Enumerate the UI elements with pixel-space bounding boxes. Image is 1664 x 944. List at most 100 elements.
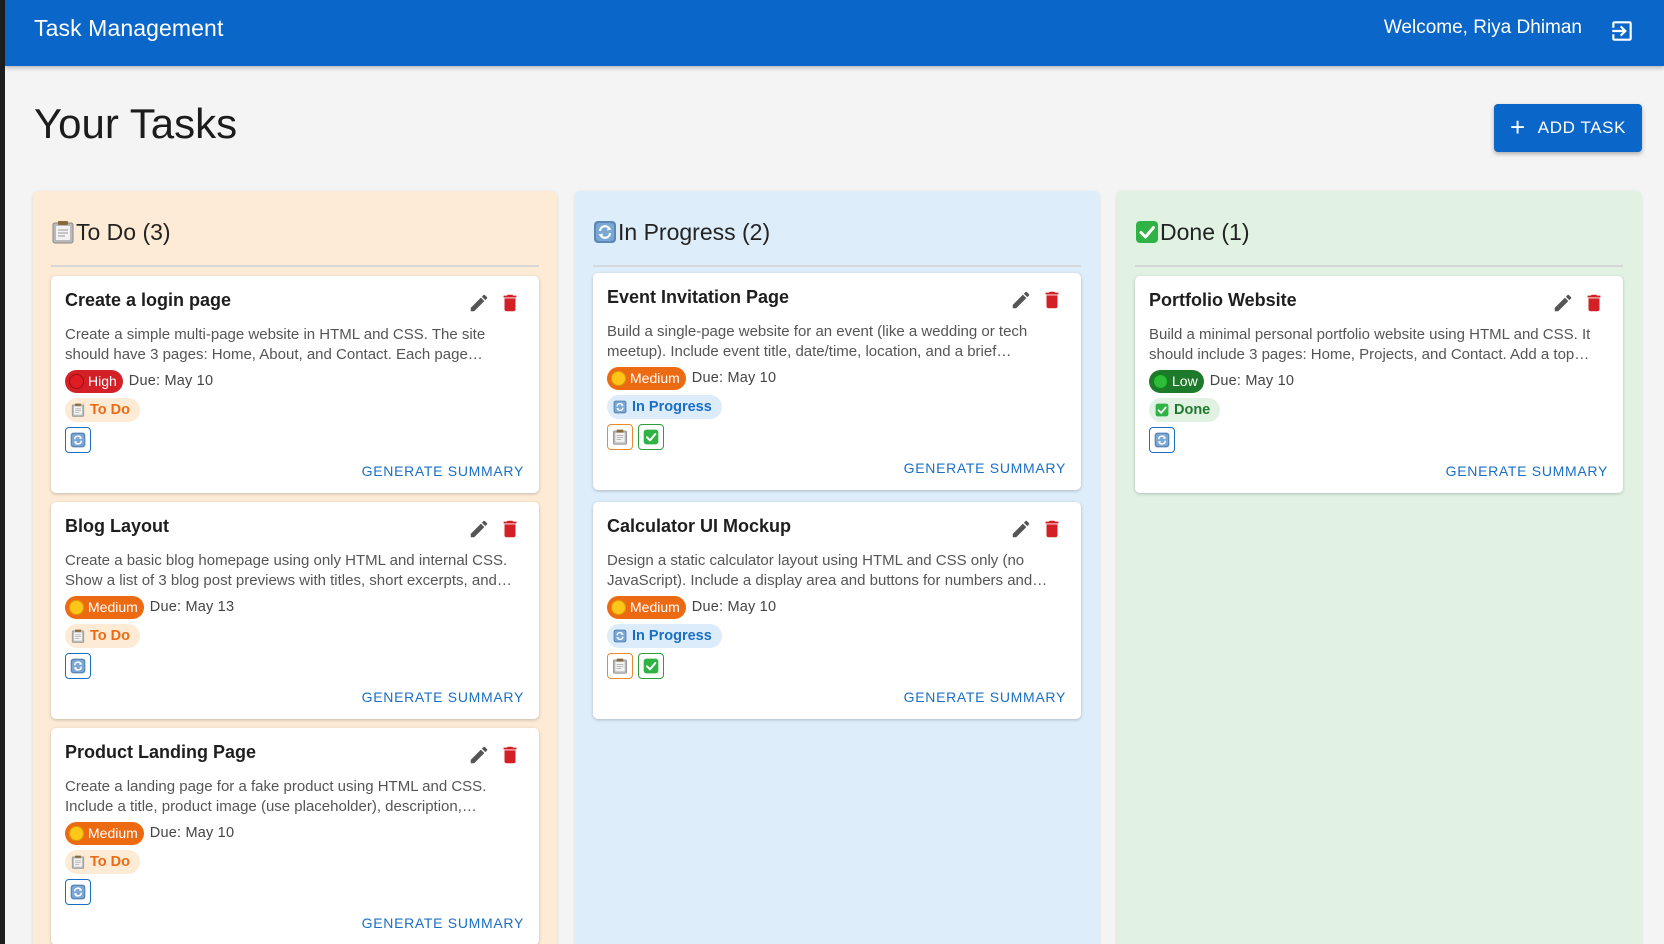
task-description: Build a minimal personal portfolio websi… bbox=[1149, 325, 1609, 365]
column-header: In Progress (2) bbox=[593, 191, 1081, 265]
task-card: Blog Layout Create a basic blog homepage… bbox=[51, 502, 539, 719]
column-title: To Do (3) bbox=[76, 218, 171, 245]
refresh-icon bbox=[70, 658, 86, 674]
task-card: Product Landing Page Create a landing pa… bbox=[51, 728, 539, 944]
status-label: Done bbox=[1174, 402, 1211, 418]
clipboard-icon bbox=[71, 629, 85, 643]
move-to-done-button[interactable] bbox=[638, 424, 664, 450]
refresh-icon bbox=[593, 220, 617, 244]
description-line: Include a title, product image (use plac… bbox=[65, 798, 477, 815]
task-title: Portfolio Website bbox=[1149, 290, 1297, 310]
description-line: should have 3 pages: Home, About, and Co… bbox=[65, 346, 483, 363]
pencil-icon bbox=[468, 518, 490, 540]
due-date: Due: May 10 bbox=[691, 370, 777, 386]
refresh-icon bbox=[613, 629, 627, 643]
generate-summary-button[interactable]: GENERATE SUMMARY bbox=[904, 689, 1066, 705]
edit-button[interactable] bbox=[468, 292, 490, 314]
generate-summary-button[interactable]: GENERATE SUMMARY bbox=[362, 463, 524, 479]
description-line: Create a simple multi-page website in HT… bbox=[65, 326, 486, 343]
task-description: Design a static calculator layout using … bbox=[607, 551, 1067, 591]
task-card: Event Invitation Page Build a single-pag… bbox=[593, 273, 1081, 490]
trash-icon bbox=[499, 292, 521, 314]
task-description: Create a landing page for a fake product… bbox=[65, 777, 525, 817]
status-label: To Do bbox=[90, 628, 130, 644]
priority-badge: Medium bbox=[65, 595, 144, 619]
delete-button[interactable] bbox=[499, 518, 521, 540]
column-todo: To Do (3) Create a login page Create a s… bbox=[33, 191, 557, 944]
description-line: Show a list of 3 blog post previews with… bbox=[65, 572, 512, 589]
trash-icon bbox=[1583, 292, 1605, 314]
clipboard-icon bbox=[71, 855, 85, 869]
yellow-circle-icon bbox=[611, 370, 626, 386]
generate-summary-button[interactable]: GENERATE SUMMARY bbox=[362, 915, 524, 931]
pencil-icon bbox=[1010, 518, 1032, 540]
priority-badge: Medium bbox=[607, 366, 686, 390]
trash-icon bbox=[499, 518, 521, 540]
generate-summary-button[interactable]: GENERATE SUMMARY bbox=[1446, 463, 1608, 479]
column-title: In Progress (2) bbox=[618, 218, 771, 245]
due-date: Due: May 10 bbox=[691, 599, 777, 615]
pencil-icon bbox=[1552, 292, 1574, 314]
page-title: Your Tasks bbox=[34, 100, 238, 147]
move-to-in-progress-button[interactable] bbox=[65, 653, 91, 679]
status-chip: To Do bbox=[65, 398, 140, 422]
priority-badge: Medium bbox=[65, 821, 144, 845]
logout-icon bbox=[1612, 21, 1632, 41]
generate-summary-button[interactable]: GENERATE SUMMARY bbox=[904, 460, 1066, 476]
move-to-done-button[interactable] bbox=[638, 653, 664, 679]
pencil-icon bbox=[468, 744, 490, 766]
add-task-button[interactable]: + ADD TASK bbox=[1494, 104, 1642, 152]
delete-button[interactable] bbox=[499, 292, 521, 314]
task-title: Create a login page bbox=[65, 290, 232, 310]
divider bbox=[1135, 265, 1623, 267]
check-icon bbox=[643, 429, 659, 445]
app-bar: Task Management Welcome, Riya Dhiman bbox=[5, 0, 1664, 66]
task-description: Create a basic blog homepage using only … bbox=[65, 551, 525, 591]
delete-button[interactable] bbox=[1041, 289, 1063, 311]
due-date: Due: May 10 bbox=[1209, 373, 1295, 389]
delete-button[interactable] bbox=[1041, 518, 1063, 540]
column-header: To Do (3) bbox=[51, 191, 539, 265]
edit-button[interactable] bbox=[468, 518, 490, 540]
refresh-icon bbox=[70, 432, 86, 448]
task-title: Blog Layout bbox=[65, 516, 169, 536]
move-to-todo-button[interactable] bbox=[607, 653, 633, 679]
red-circle-icon bbox=[69, 373, 84, 389]
move-to-todo-button[interactable] bbox=[607, 424, 633, 450]
generate-summary-button[interactable]: GENERATE SUMMARY bbox=[362, 689, 524, 705]
move-to-in-progress-button[interactable] bbox=[65, 427, 91, 453]
edit-button[interactable] bbox=[1010, 289, 1032, 311]
task-card: Create a login page Create a simple mult… bbox=[51, 276, 539, 493]
pencil-icon bbox=[1010, 289, 1032, 311]
description-line: Build a minimal personal portfolio websi… bbox=[1149, 326, 1591, 343]
description-line: Build a single-page website for an event… bbox=[607, 323, 1028, 340]
description-line: JavaScript). Include a display area and … bbox=[607, 572, 1048, 589]
app-title: Task Management bbox=[34, 15, 224, 41]
task-title: Calculator UI Mockup bbox=[607, 516, 792, 536]
due-date: Due: May 13 bbox=[149, 599, 235, 615]
description-line: Create a basic blog homepage using only … bbox=[65, 552, 508, 569]
priority-badge: Low bbox=[1149, 369, 1204, 393]
check-icon bbox=[643, 658, 659, 674]
priority-badge: High bbox=[65, 369, 123, 393]
plus-icon: + bbox=[1509, 112, 1526, 142]
due-date: Due: May 10 bbox=[128, 373, 214, 389]
priority-label: Medium bbox=[630, 599, 680, 615]
welcome-text: Welcome, Riya Dhiman bbox=[1383, 17, 1582, 38]
priority-label: Medium bbox=[88, 599, 138, 615]
edit-button[interactable] bbox=[468, 744, 490, 766]
move-to-in-progress-button[interactable] bbox=[1149, 427, 1175, 453]
column-done: Done (1) Portfolio Website Build a minim… bbox=[1117, 191, 1641, 944]
trash-icon bbox=[499, 744, 521, 766]
refresh-icon bbox=[70, 884, 86, 900]
delete-button[interactable] bbox=[499, 744, 521, 766]
task-title: Product Landing Page bbox=[65, 742, 257, 762]
move-to-in-progress-button[interactable] bbox=[65, 879, 91, 905]
status-chip: In Progress bbox=[607, 395, 722, 419]
delete-button[interactable] bbox=[1583, 292, 1605, 314]
edit-button[interactable] bbox=[1552, 292, 1574, 314]
logout-button[interactable] bbox=[1605, 14, 1639, 48]
task-title: Event Invitation Page bbox=[607, 287, 790, 307]
yellow-circle-icon bbox=[69, 825, 84, 841]
edit-button[interactable] bbox=[1010, 518, 1032, 540]
